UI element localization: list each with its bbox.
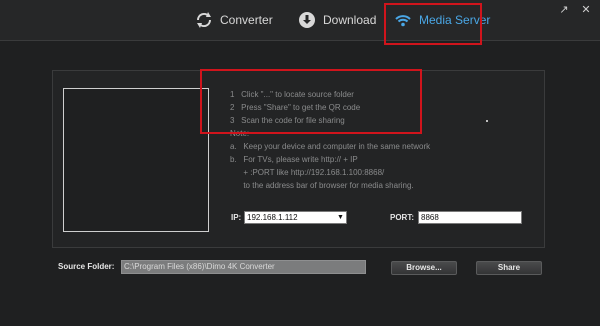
port-input[interactable]: 8868 [418,211,522,224]
note-b: b. For TVs, please write http:// + IP [230,155,358,164]
top-bar: Converter Download Media Server ↗ ✕ [0,0,600,41]
chevron-down-icon[interactable]: ▼ [336,213,345,222]
port-label: PORT: [390,213,414,222]
close-icon[interactable]: ✕ [580,4,592,16]
ip-select[interactable]: 192.168.1.112 ▼ [244,211,347,224]
tab-converter-label: Converter [220,13,273,27]
tab-download-label: Download [323,13,377,27]
note-b-line3: to the address bar of browser for media … [230,181,414,190]
note-b-line2: + :PORT like http://192.168.1.100:8868/ [230,168,385,177]
note-a: a. Keep your device and computer in the … [230,142,431,151]
tab-converter[interactable]: Converter [195,0,273,40]
window-controls: ↗ ✕ [558,4,592,16]
browse-button[interactable]: Browse... [391,261,457,275]
instructions-highlight-box [200,69,422,134]
tab-download[interactable]: Download [298,0,376,40]
tab-highlight-box [384,3,482,45]
qr-code-area [63,88,209,232]
external-link-icon[interactable]: ↗ [558,4,570,16]
ip-value: 192.168.1.112 [247,213,298,222]
share-button[interactable]: Share [476,261,542,275]
download-icon [298,11,316,29]
source-folder-label: Source Folder: [58,262,115,271]
decorative-dot [486,120,488,122]
source-folder-input[interactable]: C:\Program Files (x86)\Dimo 4K Converter [121,260,366,274]
ip-label: IP: [231,213,242,222]
refresh-icon [195,11,213,29]
